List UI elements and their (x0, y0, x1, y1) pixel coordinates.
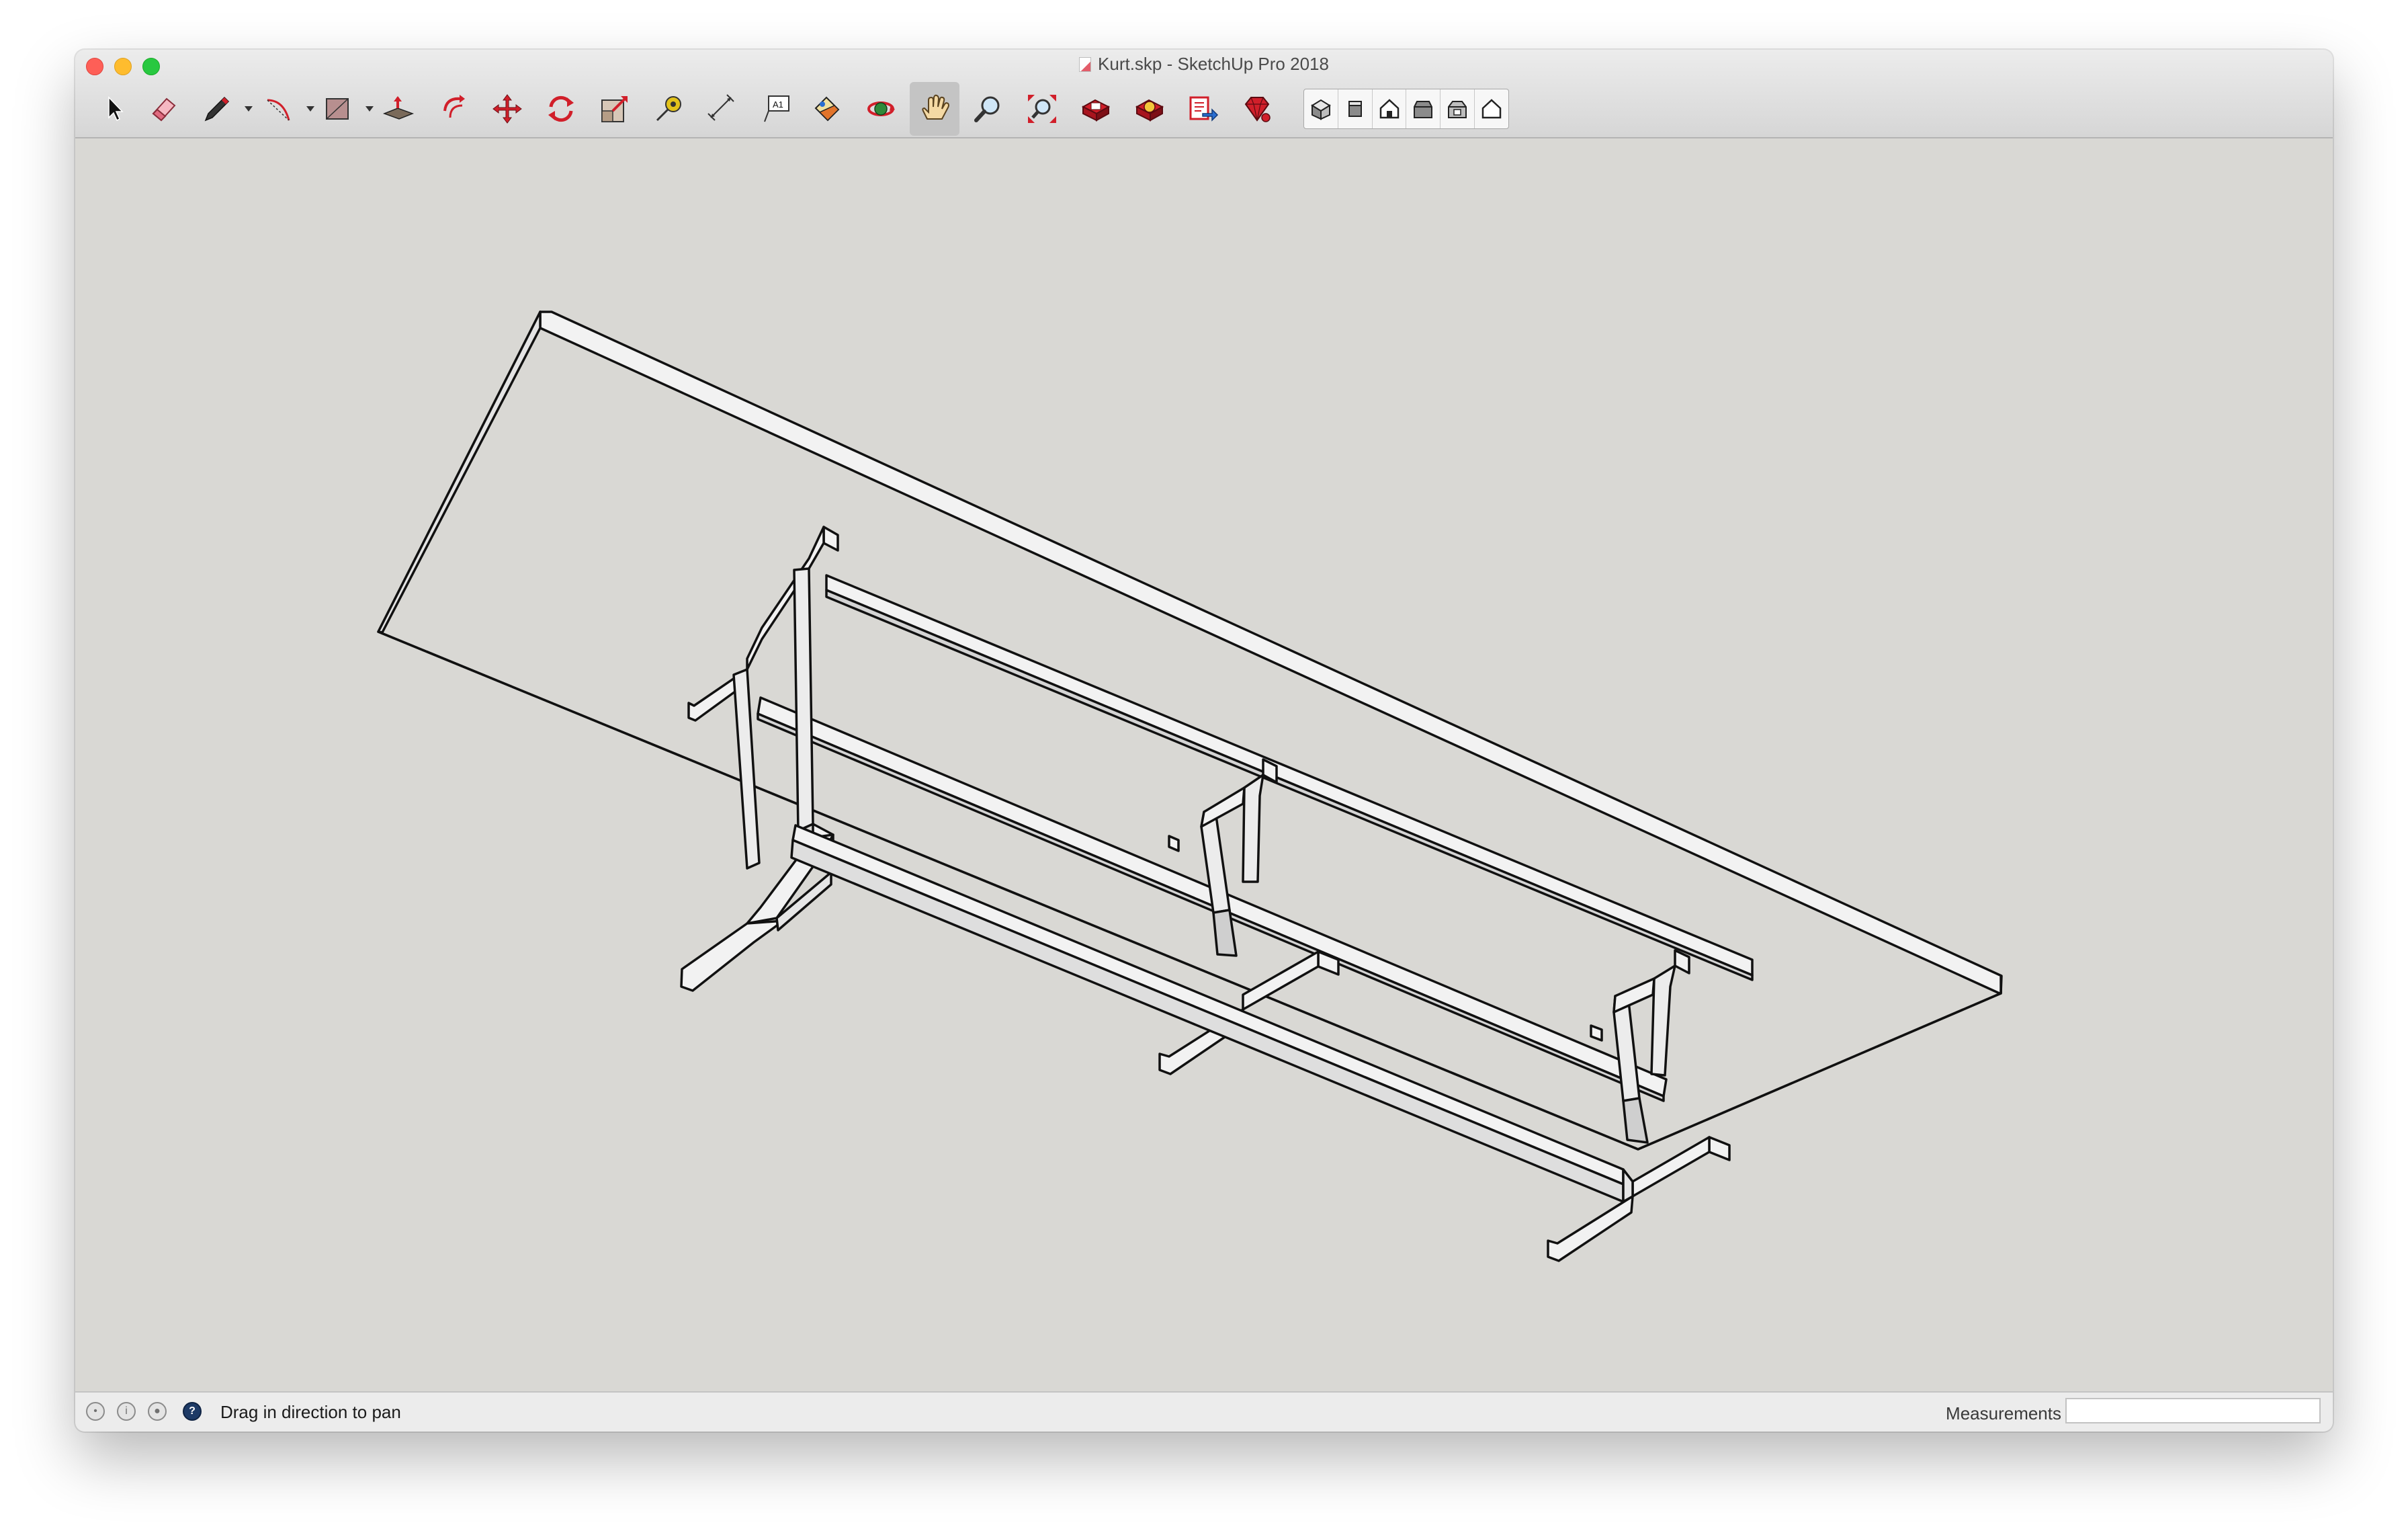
rotate-tool-button[interactable] (536, 82, 586, 136)
window-title: Kurt.skp - SketchUp Pro 2018 (75, 54, 2333, 75)
rectangle-icon (326, 98, 349, 120)
line-tool-dropdown-chevron-icon[interactable] (245, 106, 253, 112)
credits-icon[interactable]: i (117, 1402, 136, 1421)
extension-warehouse-icon (1135, 99, 1164, 122)
shapes-tool-button[interactable] (313, 82, 363, 136)
measurements-label: Measurements (1946, 1403, 2061, 1423)
select-tool-button[interactable] (89, 82, 138, 136)
standard-views-toolbar (1303, 89, 1509, 129)
zoom-tool-button[interactable] (963, 82, 1013, 136)
status-bar: • i ● ? Drag in direction to pan Measure… (75, 1391, 2333, 1432)
back-view-icon (1448, 101, 1467, 118)
zoom-extents-tool-button[interactable] (1017, 82, 1067, 136)
paint-bucket-icon (814, 96, 840, 122)
document-icon (1079, 57, 1092, 72)
geo-location-icon[interactable]: • (86, 1402, 105, 1421)
iso-view-button[interactable] (1304, 89, 1338, 128)
paint-bucket-tool-button[interactable] (802, 82, 852, 136)
3d-warehouse-tool-button[interactable] (1071, 82, 1121, 136)
right-view-icon (1414, 101, 1433, 118)
shapes-tool-dropdown-chevron-icon[interactable] (366, 106, 374, 112)
pan-tool-button[interactable] (910, 82, 959, 136)
scale-icon (601, 96, 628, 122)
left-view-icon (1481, 99, 1502, 119)
orbit-tool-button[interactable] (856, 82, 906, 136)
top-view-icon (1348, 101, 1362, 117)
orbit-icon (867, 101, 895, 116)
table-model (377, 311, 2003, 1262)
move-tool-button[interactable] (482, 82, 532, 136)
text-tool-glyph: A1 (773, 99, 783, 110)
line-tool-button[interactable] (192, 82, 242, 136)
send-to-layout-icon (1189, 96, 1219, 122)
desktop: Kurt.skp - SketchUp Pro 2018 A1 • i ● ? … (0, 0, 2408, 1531)
extension-warehouse-tool-button[interactable] (1125, 82, 1174, 136)
pencil-icon (204, 96, 230, 122)
window-title-text: Kurt.skp - SketchUp Pro 2018 (1098, 54, 1329, 74)
user-account-icon[interactable]: ● (148, 1402, 167, 1421)
eraser-icon (152, 97, 176, 122)
measurements-input[interactable] (2065, 1398, 2321, 1423)
push-pull-tool-button[interactable] (374, 82, 423, 136)
3d-warehouse-icon (1081, 99, 1111, 122)
hand-pan-icon (922, 94, 949, 120)
right-view-button[interactable] (1406, 89, 1441, 128)
dimension-icon (707, 94, 734, 121)
arc-icon (267, 99, 290, 121)
offset-tool-button[interactable] (429, 82, 478, 136)
move-icon (492, 94, 522, 124)
sketchup-window: Kurt.skp - SketchUp Pro 2018 A1 • i ● ? … (75, 50, 2333, 1432)
push-pull-icon (382, 96, 415, 120)
arrow-cursor-icon (108, 96, 124, 122)
model-viewport[interactable] (75, 138, 2333, 1393)
front-view-icon (1379, 99, 1399, 119)
status-message: Drag in direction to pan (220, 1402, 401, 1422)
iso-view-icon (1310, 99, 1331, 120)
arc-tool-button[interactable] (254, 82, 304, 136)
title-bar: Kurt.skp - SketchUp Pro 2018 A1 (75, 50, 2333, 138)
send-to-layout-tool-button[interactable] (1178, 82, 1228, 136)
instructor-help-icon[interactable]: ? (183, 1402, 202, 1421)
ruby-gem-icon (1244, 97, 1271, 122)
main-toolbar: A1 (89, 82, 2319, 136)
magnifier-icon (974, 96, 1000, 122)
eraser-tool-button[interactable] (138, 82, 188, 136)
tape-measure-tool-button[interactable] (644, 82, 693, 136)
back-view-button[interactable] (1440, 89, 1475, 128)
top-view-button[interactable] (1338, 89, 1373, 128)
scale-tool-button[interactable] (590, 82, 640, 136)
tape-measure-icon (656, 96, 681, 122)
left-view-button[interactable] (1475, 89, 1508, 128)
text-tool-button[interactable]: A1 (751, 82, 801, 136)
offset-icon (443, 95, 465, 118)
dimension-tool-button[interactable] (697, 82, 747, 136)
zoom-extents-icon (1028, 95, 1056, 123)
rotate-icon (548, 95, 574, 122)
front-view-button[interactable] (1373, 89, 1407, 128)
text-icon: A1 (764, 95, 789, 122)
extension-manager-tool-button[interactable] (1232, 82, 1282, 136)
